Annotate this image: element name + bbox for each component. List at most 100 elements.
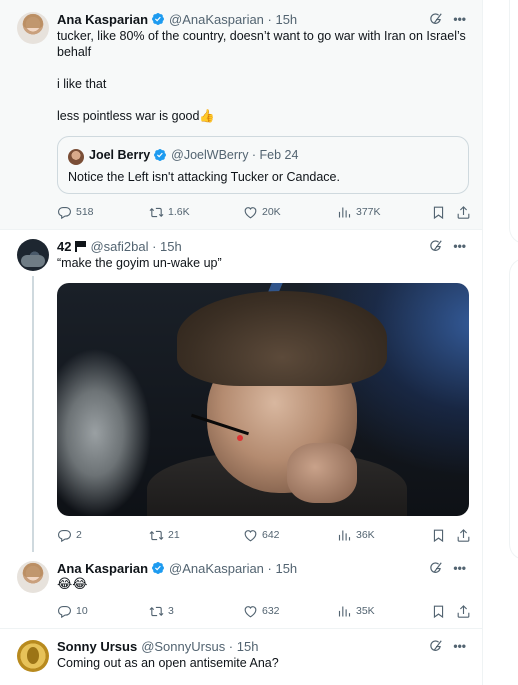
repost-count: 1.6K [168,206,190,218]
author-name[interactable]: Ana Kasparian [57,561,148,576]
flag-icon [75,241,86,252]
more-icon[interactable]: ••• [453,640,466,652]
tweet-image[interactable] [57,283,469,516]
author-name[interactable]: 42 [57,239,71,254]
views-icon [337,528,352,543]
tweet-line: tucker, like 80% of the country, doesn’t… [57,29,466,59]
share-button[interactable] [456,603,471,619]
quoted-header: Joel Berry @JoelWBerry · Feb 24 [89,148,298,162]
views-button[interactable]: 377K [337,204,381,220]
quoted-text: Notice the Left isn't attacking Tucker o… [68,170,340,184]
bookmark-icon [431,528,446,543]
tweet-text: tucker, like 80% of the country, doesn’t… [57,28,467,124]
share-button[interactable] [456,204,471,220]
views-button[interactable]: 36K [337,527,375,543]
views-count: 377K [356,206,381,218]
views-button[interactable]: 35K [337,603,375,619]
tweet-header: 42 @safi2bal · 15h [57,237,182,255]
repost-icon [149,604,164,619]
reply-count: 2 [76,529,82,541]
author-handle[interactable]: @SonnyUrsus · 15h [141,639,258,654]
like-button[interactable]: 642 [243,527,280,543]
right-sidebar [483,0,518,685]
tweet-text: Coming out as an open antisemite Ana? [57,656,279,670]
author-name[interactable]: Ana Kasparian [57,12,148,27]
reply-count: 10 [76,605,88,617]
share-icon [456,528,471,543]
like-button[interactable]: 20K [243,204,281,220]
bookmark-icon [431,604,446,619]
repost-icon [149,528,164,543]
image-figure-hand [287,443,357,503]
author-handle[interactable]: @safi2bal · 15h [90,239,181,254]
tweet-top-icons: ••• [429,559,466,577]
action-bar: 2 21 642 36K [57,527,469,543]
grok-icon[interactable] [429,239,443,253]
views-icon [337,205,352,220]
tweet-header: Ana Kasparian @AnaKasparian · 15h [57,559,297,577]
quoted-tweet[interactable]: Joel Berry @JoelWBerry · Feb 24 Notice t… [57,136,469,194]
more-icon[interactable]: ••• [453,13,466,25]
tweet-top-icons: ••• [429,10,466,28]
tweet-header: Ana Kasparian @AnaKasparian · 15h [57,10,297,28]
avatar[interactable] [17,12,49,44]
avatar[interactable] [17,239,49,271]
image-headset-light [237,435,243,441]
tweet-top-icons: ••• [429,237,466,255]
bookmark-button[interactable] [431,204,446,220]
tweet-3[interactable]: Ana Kasparian @AnaKasparian · 15h ••• 😂😂… [0,552,483,628]
reply-count: 518 [76,206,94,218]
views-count: 35K [356,605,375,617]
bookmark-button[interactable] [431,527,446,543]
action-bar: 518 1.6K 20K 377K [57,204,469,220]
like-count: 20K [262,206,281,218]
repost-count: 21 [168,529,180,541]
thread-line [32,276,34,552]
verified-badge-icon [153,148,167,162]
reply-icon [57,604,72,619]
verified-badge-icon [151,12,165,26]
author-handle[interactable]: @AnaKasparian · 15h [169,12,297,27]
grok-icon[interactable] [429,12,443,26]
reply-button[interactable]: 518 [57,204,94,220]
grok-icon[interactable] [429,639,443,653]
views-icon [337,604,352,619]
author-handle[interactable]: @AnaKasparian · 15h [169,561,297,576]
tweet-line: less pointless war is good👍 [57,109,215,123]
verified-badge-icon [151,561,165,575]
share-button[interactable] [456,527,471,543]
share-icon [456,205,471,220]
bookmark-button[interactable] [431,603,446,619]
reply-icon [57,528,72,543]
quoted-author-handle: @JoelWBerry · Feb 24 [171,148,299,162]
author-name[interactable]: Sonny Ursus [57,639,137,654]
avatar[interactable] [17,640,49,672]
repost-icon [149,205,164,220]
like-icon [243,205,258,220]
reply-button[interactable]: 10 [57,603,88,619]
more-icon[interactable]: ••• [453,562,466,574]
more-icon[interactable]: ••• [453,240,466,252]
tweet-line: i like that [57,77,107,91]
sidebar-card [509,0,518,244]
repost-button[interactable]: 3 [149,603,174,619]
like-icon [243,528,258,543]
like-button[interactable]: 632 [243,603,280,619]
sidebar-card [509,258,518,560]
tweet-header: Sonny Ursus @SonnyUrsus · 15h [57,637,258,655]
tweet-1[interactable]: Ana Kasparian @AnaKasparian · 15h ••• tu… [0,0,482,229]
repost-button[interactable]: 21 [149,527,180,543]
quoted-author-name: Joel Berry [89,148,151,162]
quoted-avatar [68,149,84,165]
like-count: 632 [262,605,280,617]
avatar[interactable] [17,561,49,593]
tweet-top-icons: ••• [429,637,466,655]
grok-icon[interactable] [429,561,443,575]
repost-button[interactable]: 1.6K [149,204,190,220]
tweet-4[interactable]: Sonny Ursus @SonnyUrsus · 15h ••• Coming… [0,629,482,685]
repost-count: 3 [168,605,174,617]
reply-button[interactable]: 2 [57,527,82,543]
action-bar: 10 3 632 35K [57,603,469,619]
share-icon [456,604,471,619]
image-figure-hat [177,291,387,386]
